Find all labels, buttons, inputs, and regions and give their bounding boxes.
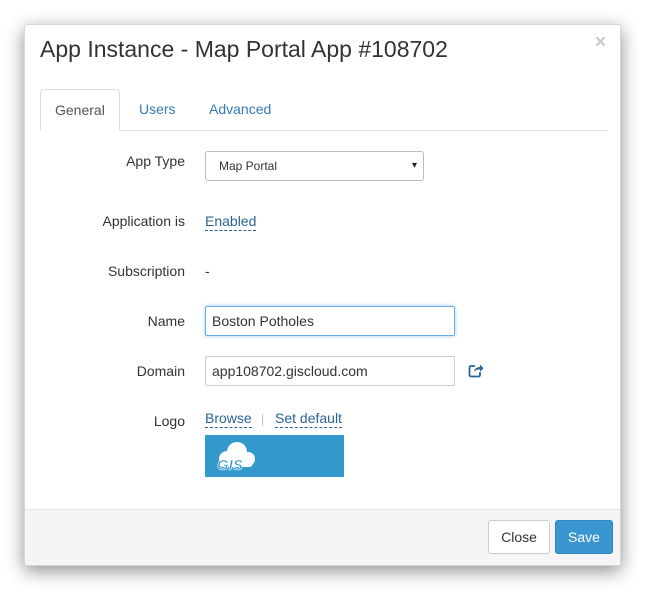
external-link-icon[interactable] bbox=[468, 363, 484, 378]
status-toggle-link[interactable]: Enabled bbox=[205, 213, 257, 231]
subscription-label: Subscription bbox=[107, 263, 185, 279]
close-icon[interactable]: × bbox=[595, 33, 606, 52]
logo-text: GIS bbox=[217, 457, 243, 474]
dialog-header: App Instance - Map Portal App #108702 × bbox=[25, 25, 620, 73]
set-default-link[interactable]: Set default bbox=[275, 410, 342, 428]
app-instance-dialog: App Instance - Map Portal App #108702 × … bbox=[24, 24, 621, 566]
browse-link[interactable]: Browse bbox=[205, 410, 252, 428]
status-label: Application is bbox=[102, 213, 186, 229]
close-button[interactable]: Close bbox=[488, 520, 550, 554]
name-label: Name bbox=[147, 313, 185, 329]
subscription-value: - bbox=[205, 263, 210, 279]
app-type-label: App Type bbox=[126, 153, 185, 169]
logo-label: Logo bbox=[153, 413, 185, 429]
chevron-down-icon: ▾ bbox=[411, 160, 417, 171]
name-input[interactable] bbox=[205, 306, 455, 336]
tab-general[interactable]: General bbox=[40, 89, 120, 131]
logo-preview: GIS bbox=[205, 435, 344, 477]
app-type-value: Map Portal bbox=[219, 159, 278, 173]
tab-bar: General Users Advanced bbox=[40, 89, 607, 131]
tab-advanced[interactable]: Advanced bbox=[195, 89, 285, 130]
domain-label: Domain bbox=[136, 363, 185, 379]
cloud-icon: GIS bbox=[217, 442, 255, 474]
dialog-footer: Close Save bbox=[25, 509, 620, 565]
tab-users[interactable]: Users bbox=[125, 89, 190, 130]
app-type-select[interactable]: Map Portal ▾ bbox=[205, 151, 424, 181]
dialog-title: App Instance - Map Portal App #108702 bbox=[40, 36, 448, 62]
save-button[interactable]: Save bbox=[555, 520, 613, 554]
link-separator: | bbox=[261, 412, 265, 426]
domain-input[interactable] bbox=[205, 356, 455, 386]
